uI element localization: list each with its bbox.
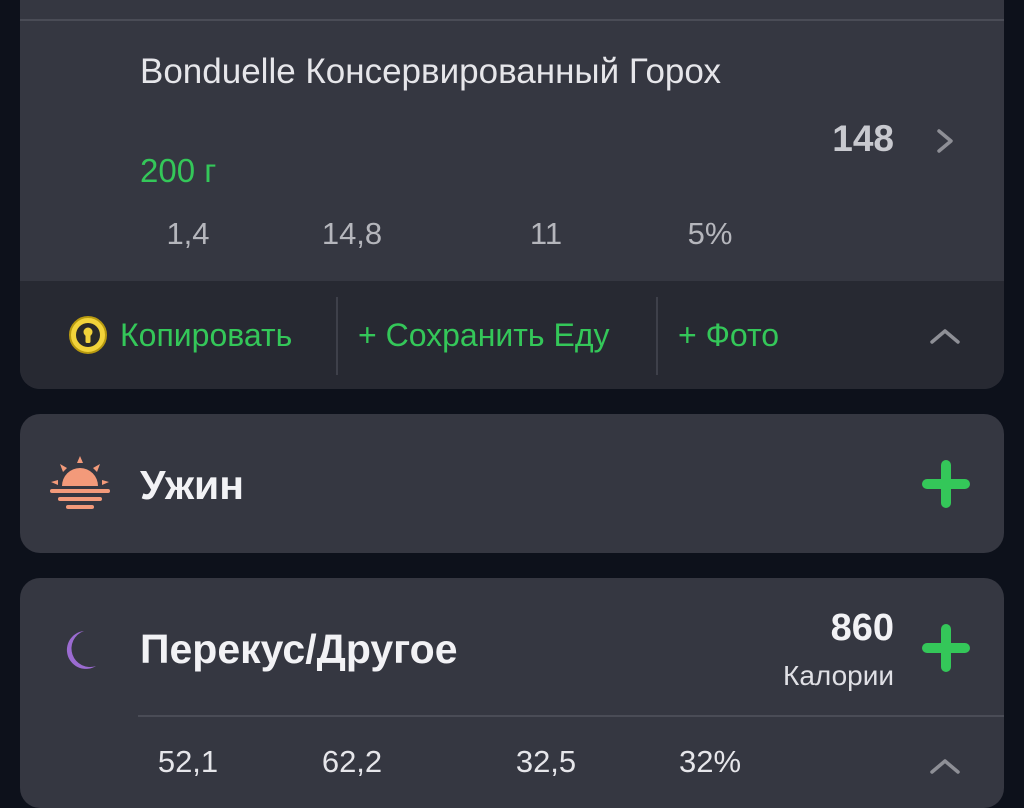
divider — [20, 19, 1004, 21]
dinner-title: Ужин — [140, 462, 245, 508]
food-quantity[interactable]: 200 г — [140, 150, 216, 192]
snack-card[interactable]: Перекус/Другое 860 Калории 52,1 62,2 32,… — [20, 578, 1004, 808]
snack-calories: 860 — [830, 607, 894, 649]
divider — [336, 297, 338, 375]
macro-rdi: 5% — [687, 216, 733, 251]
plus-icon[interactable] — [920, 622, 972, 674]
macro-protein: 1,4 — [166, 216, 210, 251]
chevron-up-icon[interactable] — [928, 756, 962, 776]
macro-carbs: 11 — [529, 216, 563, 251]
calories-label: Калории — [783, 660, 894, 691]
snack-macro-protein: 52,1 — [157, 744, 219, 779]
sunset-icon — [50, 456, 110, 509]
divider — [138, 715, 1004, 717]
snack-macro-carbs: 32,5 — [515, 744, 577, 779]
copy-button[interactable]: Копировать — [120, 315, 292, 355]
chevron-up-icon[interactable] — [928, 326, 962, 346]
chevron-right-icon[interactable] — [934, 126, 956, 156]
snack-title: Перекус/Другое — [140, 626, 458, 672]
snack-macro-rdi: 32% — [678, 744, 742, 779]
coin-icon — [69, 316, 107, 354]
save-food-button[interactable]: + Сохранить Еду — [358, 315, 610, 355]
food-name[interactable]: Bonduelle Консервированный Горох — [140, 49, 780, 95]
moon-icon — [66, 631, 96, 669]
food-action-bar: Копировать + Сохранить Еду + Фото — [20, 281, 1004, 389]
snack-macro-fat: 62,2 — [321, 744, 383, 779]
photo-button[interactable]: + Фото — [678, 315, 779, 355]
divider — [656, 297, 658, 375]
food-entry-card: Bonduelle Консервированный Горох 200 г 1… — [20, 0, 1004, 389]
food-calories: 148 — [832, 118, 894, 159]
macro-fat: 14,8 — [321, 216, 383, 251]
dinner-card[interactable]: Ужин — [20, 414, 1004, 553]
plus-icon[interactable] — [920, 458, 972, 510]
